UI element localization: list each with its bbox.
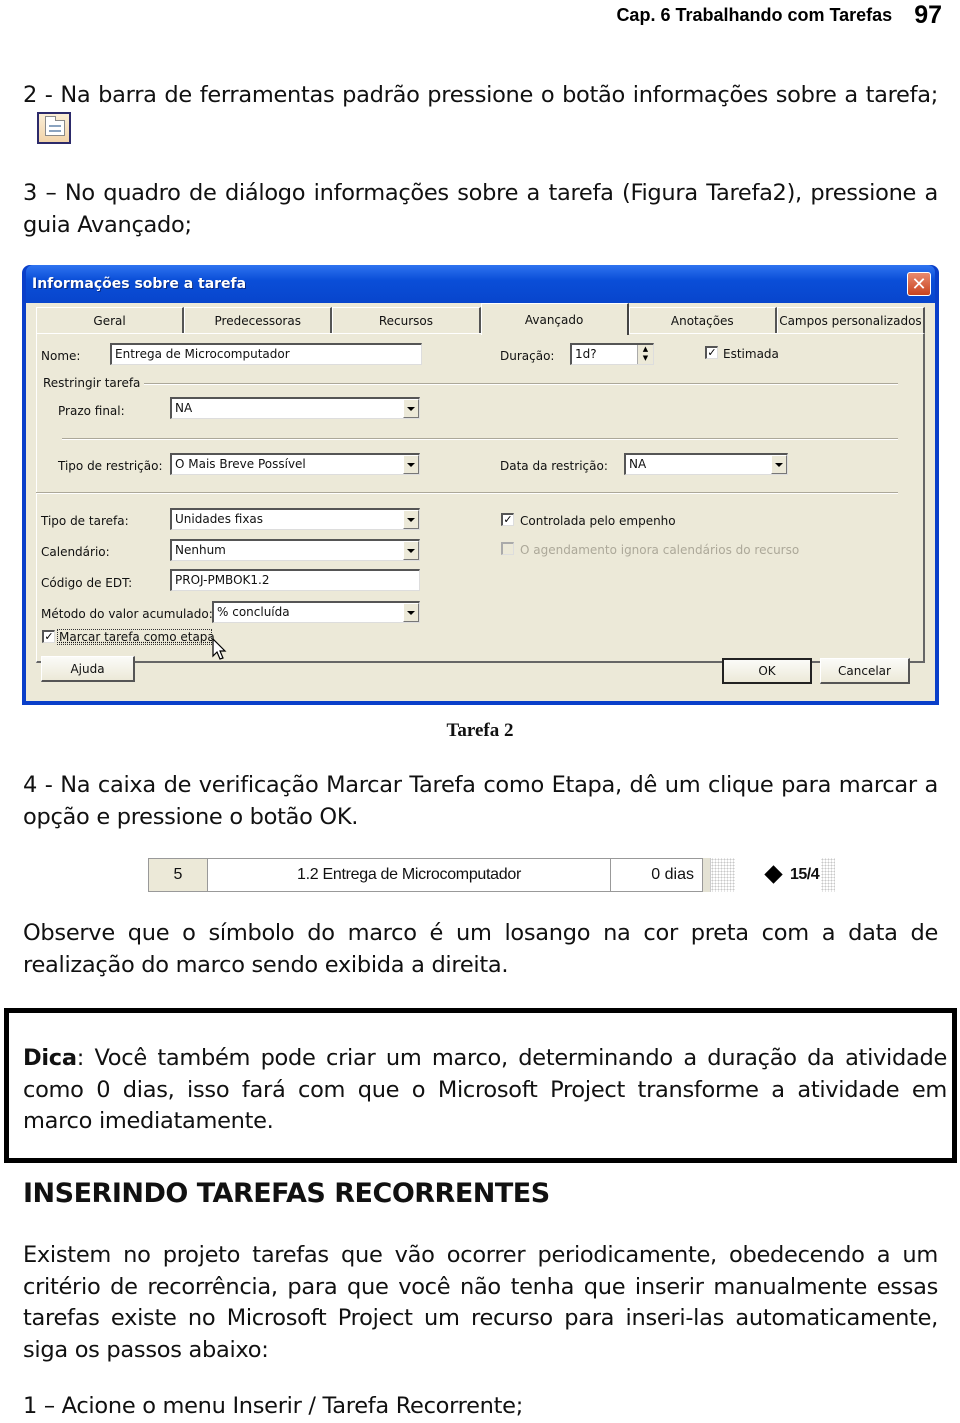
figure-caption: Tarefa 2	[446, 720, 514, 741]
section-step-1: 1 – Acione o menu Inserir / Tarefa Recor…	[23, 1393, 523, 1419]
task-information-icon	[37, 111, 71, 144]
tip-box: Dica: Você também pode criar um marco, d…	[4, 1008, 957, 1163]
page-number: 97	[914, 0, 942, 29]
chevron-down-icon[interactable]	[403, 510, 419, 529]
step-2-paragraph: 2 - Na barra de ferramentas padrão press…	[23, 80, 938, 147]
tab-campos-personalizados[interactable]: Campos personalizados	[776, 307, 926, 333]
tab-recursos[interactable]: Recursos	[332, 307, 481, 333]
gantt-nonworking-shading	[821, 857, 836, 892]
agendamento-checkbox[interactable]	[501, 542, 514, 555]
tab-geral[interactable]: Geral	[36, 307, 185, 333]
chevron-down-icon[interactable]	[403, 541, 419, 560]
gantt-nonworking-shading	[711, 857, 735, 892]
duracao-spinner[interactable]: ▲ ▼	[637, 345, 653, 364]
valor-acumulado-label: Método do valor acumulado:	[41, 607, 213, 621]
edt-input[interactable]: PROJ-PMBOK1.2	[170, 569, 420, 591]
estimada-label: Estimada	[723, 347, 779, 361]
valor-acumulado-value: % concluída	[217, 605, 290, 619]
tip-paragraph: Dica: Você também pode criar um marco, d…	[23, 1043, 947, 1138]
nome-label: Nome:	[41, 349, 81, 363]
tipo-tarefa-dropdown[interactable]: Unidades fixas	[170, 508, 420, 530]
valor-acumulado-dropdown[interactable]: % concluída	[212, 601, 420, 623]
section-paragraph: Existem no projeto tarefas que vão ocorr…	[23, 1242, 938, 1363]
milestone-diamond-icon	[764, 865, 783, 884]
observation-paragraph: Observe que o símbolo do marco é um losa…	[23, 920, 938, 978]
cancel-button[interactable]: Cancelar	[820, 658, 910, 684]
marcar-etapa-label[interactable]: Marcar tarefa como etapa	[59, 630, 215, 644]
estimada-checkbox[interactable]: ✓	[705, 346, 718, 359]
duracao-label: Duração:	[500, 349, 555, 363]
tab-anotacoes[interactable]: Anotações	[628, 307, 777, 333]
prazo-final-label: Prazo final:	[58, 404, 125, 418]
ok-button[interactable]: OK	[722, 658, 812, 684]
calendario-value: Nenhum	[175, 543, 226, 557]
gantt-row-name: 1.2 Entrega de Microcomputador	[208, 857, 611, 892]
chapter-title: Cap. 6 Trabalhando com Tarefas	[616, 4, 893, 25]
tab-predecessoras[interactable]: Predecessoras	[184, 307, 333, 333]
tipo-tarefa-value: Unidades fixas	[175, 512, 264, 526]
duracao-input[interactable]: 1d? ▲ ▼	[570, 343, 654, 365]
agendamento-label: O agendamento ignora calendários do recu…	[520, 543, 800, 557]
chevron-down-icon[interactable]	[771, 455, 787, 474]
chevron-down-icon[interactable]	[403, 455, 419, 474]
dialog-title: Informações sobre a tarefa	[32, 276, 247, 292]
mouse-cursor-icon	[212, 638, 227, 660]
chevron-down-icon[interactable]	[403, 603, 419, 622]
dialog-body: Geral Predecessoras Recursos Avançado An…	[26, 303, 935, 701]
calendario-dropdown[interactable]: Nenhum	[170, 539, 420, 561]
data-restricao-value: NA	[629, 457, 647, 471]
task-information-dialog: Informações sobre a tarefa ✕ Geral Prede…	[22, 265, 939, 705]
chevron-down-icon[interactable]	[403, 399, 419, 418]
divider	[36, 492, 898, 494]
gantt-row: 5 1.2 Entrega de Microcomputador 0 dias …	[148, 857, 836, 892]
data-restricao-dropdown[interactable]: NA	[624, 453, 788, 475]
tipo-restricao-label: Tipo de restrição:	[58, 459, 163, 473]
marcar-etapa-checkbox[interactable]: ✓	[42, 630, 55, 643]
group-divider	[43, 383, 898, 385]
divider	[62, 438, 898, 440]
data-restricao-label: Data da restrição:	[500, 459, 608, 473]
tab-avancado[interactable]: Avançado	[480, 303, 629, 335]
step-3-paragraph: 3 – No quadro de diálogo informações sob…	[23, 180, 938, 238]
step-4-paragraph: 4 - Na caixa de verificação Marcar Taref…	[23, 772, 938, 830]
prazo-final-dropdown[interactable]: NA	[170, 397, 420, 419]
gantt-row-id: 5	[148, 857, 208, 892]
nome-input[interactable]: Entrega de Microcomputador	[110, 343, 422, 365]
milestone-date: 15/4	[790, 865, 820, 883]
duracao-value: 1d?	[575, 347, 597, 361]
tipo-tarefa-label: Tipo de tarefa:	[41, 514, 129, 528]
controlada-checkbox[interactable]: ✓	[501, 513, 514, 526]
controlada-label: Controlada pelo empenho	[520, 514, 676, 528]
help-button[interactable]: Ajuda	[41, 656, 135, 682]
step-2-text: 2 - Na barra de ferramentas padrão press…	[23, 82, 938, 108]
tipo-restricao-value: O Mais Breve Possível	[175, 457, 306, 471]
section-heading: INSERINDO TAREFAS RECORRENTES	[23, 1178, 550, 1209]
tip-text: : Você também pode criar um marco, deter…	[23, 1045, 947, 1134]
calendario-label: Calendário:	[41, 545, 110, 559]
gantt-splitter	[703, 857, 711, 892]
page-header: Cap. 6 Trabalhando com Tarefas 97	[616, 0, 942, 30]
prazo-final-value: NA	[175, 401, 193, 415]
tab-strip: Geral Predecessoras Recursos Avançado An…	[36, 303, 926, 335]
close-icon[interactable]: ✕	[907, 272, 931, 296]
edt-label: Código de EDT:	[41, 576, 133, 590]
tip-label: Dica	[23, 1045, 77, 1071]
restringir-tarefa-group-label: Restringir tarefa	[43, 376, 145, 390]
gantt-row-duration: 0 dias	[611, 857, 703, 892]
tipo-restricao-dropdown[interactable]: O Mais Breve Possível	[170, 453, 420, 475]
dialog-titlebar: Informações sobre a tarefa ✕	[26, 265, 935, 303]
